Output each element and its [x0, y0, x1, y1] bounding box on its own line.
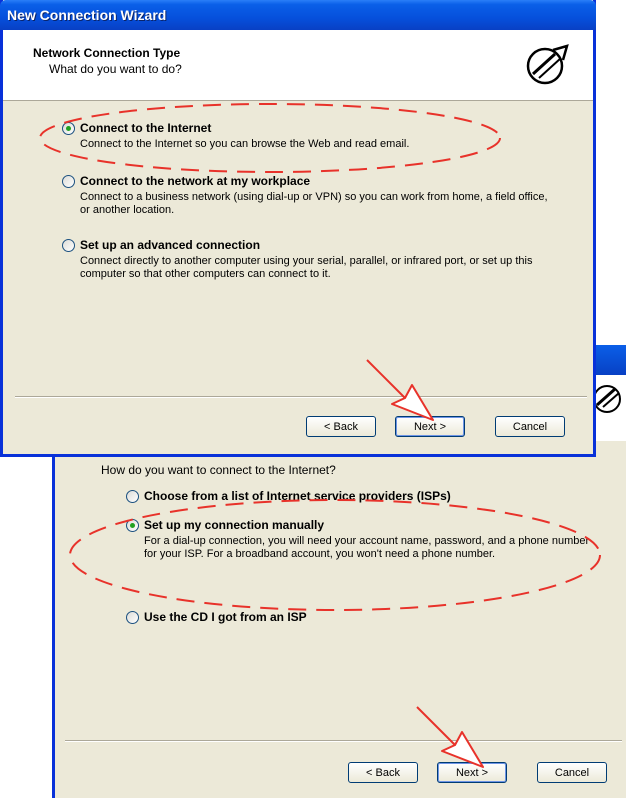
option-description: Connect to a business network (using dia…	[80, 191, 548, 216]
network-connection-icon	[526, 44, 569, 85]
next-button[interactable]: Next >	[395, 416, 465, 437]
window-title: New Connection Wizard	[7, 7, 167, 23]
header-subtitle: What do you want to do?	[49, 62, 182, 76]
option-use-cd[interactable]: Use the CD I got from an ISP	[126, 610, 606, 627]
option-label: Set up an advanced connection	[80, 238, 261, 252]
option-connect-internet[interactable]: Connect to the Internet Connect to the I…	[62, 121, 562, 152]
title-bar[interactable]: New Connection Wizard	[0, 0, 596, 30]
option-label: Connect to the network at my workplace	[80, 174, 311, 188]
header-title: Network Connection Type	[33, 46, 181, 60]
back-button[interactable]: < Back	[306, 416, 376, 437]
cancel-button-2[interactable]: Cancel	[537, 762, 607, 783]
radio-use-cd[interactable]	[126, 611, 139, 624]
radio-advanced[interactable]	[62, 239, 75, 252]
wizard-window-1: New Connection Wizard Network Connection…	[0, 0, 596, 457]
option-choose-isp[interactable]: Choose from a list of Internet service p…	[126, 489, 606, 506]
option-description: For a dial-up connection, you will need …	[144, 535, 590, 560]
radio-manual[interactable]	[126, 519, 139, 532]
option-description: Connect to the Internet so you can brows…	[80, 138, 410, 150]
radio-connect-internet[interactable]	[62, 122, 75, 135]
option-label: Set up my connection manually	[144, 518, 325, 532]
option-label: Connect to the Internet	[80, 121, 212, 135]
cancel-button[interactable]: Cancel	[495, 416, 565, 437]
header-panel: Network Connection Type What do you want…	[3, 30, 593, 101]
radio-choose-isp[interactable]	[126, 490, 139, 503]
button-separator	[15, 396, 587, 398]
option-description: Connect directly to another computer usi…	[80, 255, 533, 280]
connect-question: How do you want to connect to the Intern…	[101, 463, 336, 477]
radio-workplace[interactable]	[62, 175, 75, 188]
button-separator	[65, 740, 622, 742]
back-button-2[interactable]: < Back	[348, 762, 418, 783]
option-manual[interactable]: Set up my connection manually For a dial…	[126, 518, 606, 579]
option-workplace[interactable]: Connect to the network at my workplace C…	[62, 174, 562, 220]
option-label: Use the CD I got from an ISP	[144, 610, 307, 624]
next-button-2[interactable]: Next >	[437, 762, 507, 783]
option-advanced[interactable]: Set up an advanced connection Connect di…	[62, 238, 562, 284]
option-label: Choose from a list of Internet service p…	[144, 489, 451, 503]
